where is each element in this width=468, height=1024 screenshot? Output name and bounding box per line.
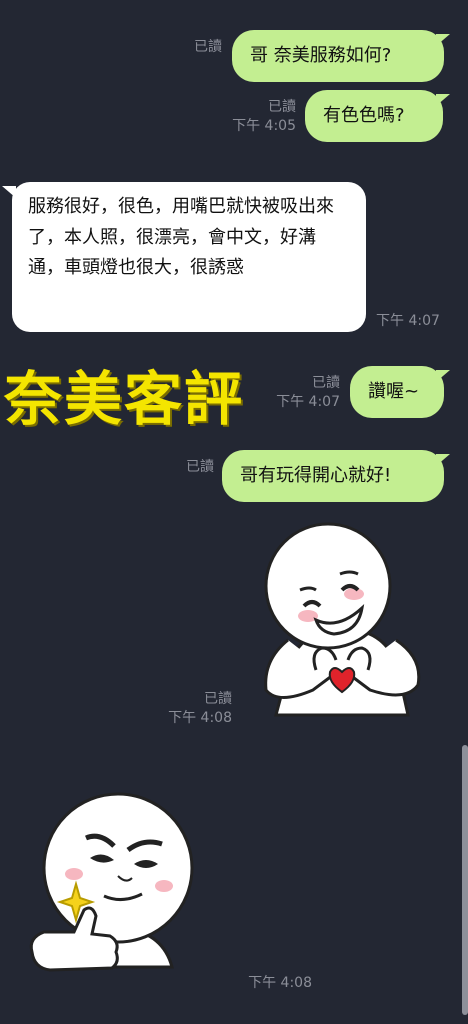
message-time: 下午 4:08 (248, 975, 312, 991)
message-text: 讚喔~ (368, 380, 420, 402)
read-label: 已讀 (268, 99, 296, 115)
scrollbar[interactable] (462, 745, 468, 1015)
bubble-tail (436, 94, 450, 106)
read-label: 已讀 (312, 375, 340, 391)
read-receipt: 已讀 (194, 38, 222, 57)
message-bubble-incoming[interactable]: 服務很好，很色，用嘴巴就快被吸出來了，本人照，很漂亮，會中文，好溝通，車頭燈也很… (12, 182, 366, 332)
message-time: 下午 4:05 (232, 117, 296, 134)
message-text: 服務很好，很色，用嘴巴就快被吸出來了，本人照，很漂亮，會中文，好溝通，車頭燈也很… (28, 196, 334, 279)
heart-hands-sticker[interactable] (258, 520, 426, 725)
message-time: 下午 4:07 (276, 393, 340, 410)
overlay-title: 奈美客評 (4, 365, 245, 433)
message-time: 下午 4:07 (376, 313, 440, 329)
sticker-cheek (155, 880, 173, 892)
message-bubble-outgoing[interactable]: 有色色嗎? (305, 90, 443, 142)
message-time: 下午 4:08 (168, 709, 232, 726)
message-bubble-outgoing[interactable]: 讚喔~ (350, 366, 444, 418)
sticker-head (42, 792, 194, 944)
message-text: 哥 奈美服務如何? (250, 44, 392, 66)
sticker-cheek (344, 588, 364, 600)
read-receipt: 已讀 (186, 458, 214, 477)
read-label: 已讀 (204, 691, 232, 707)
read-receipt: 已讀 下午 4:05 (232, 98, 296, 136)
read-receipt: 已讀 下午 4:07 (276, 374, 340, 412)
message-text: 有色色嗎? (323, 104, 405, 126)
read-label: 已讀 (194, 39, 222, 55)
read-receipt: 已讀 下午 4:08 (168, 690, 232, 728)
bubble-tail (436, 34, 450, 46)
bubble-tail (436, 454, 450, 466)
read-label: 已讀 (186, 459, 214, 475)
message-bubble-outgoing[interactable]: 哥 奈美服務如何? (232, 30, 444, 82)
thumbs-up-sticker[interactable] (22, 792, 200, 982)
message-bubble-outgoing[interactable]: 哥有玩得開心就好! (222, 450, 444, 502)
message-text: 哥有玩得開心就好! (240, 464, 392, 486)
bubble-tail (436, 370, 450, 382)
sticker-cheek (65, 868, 83, 880)
